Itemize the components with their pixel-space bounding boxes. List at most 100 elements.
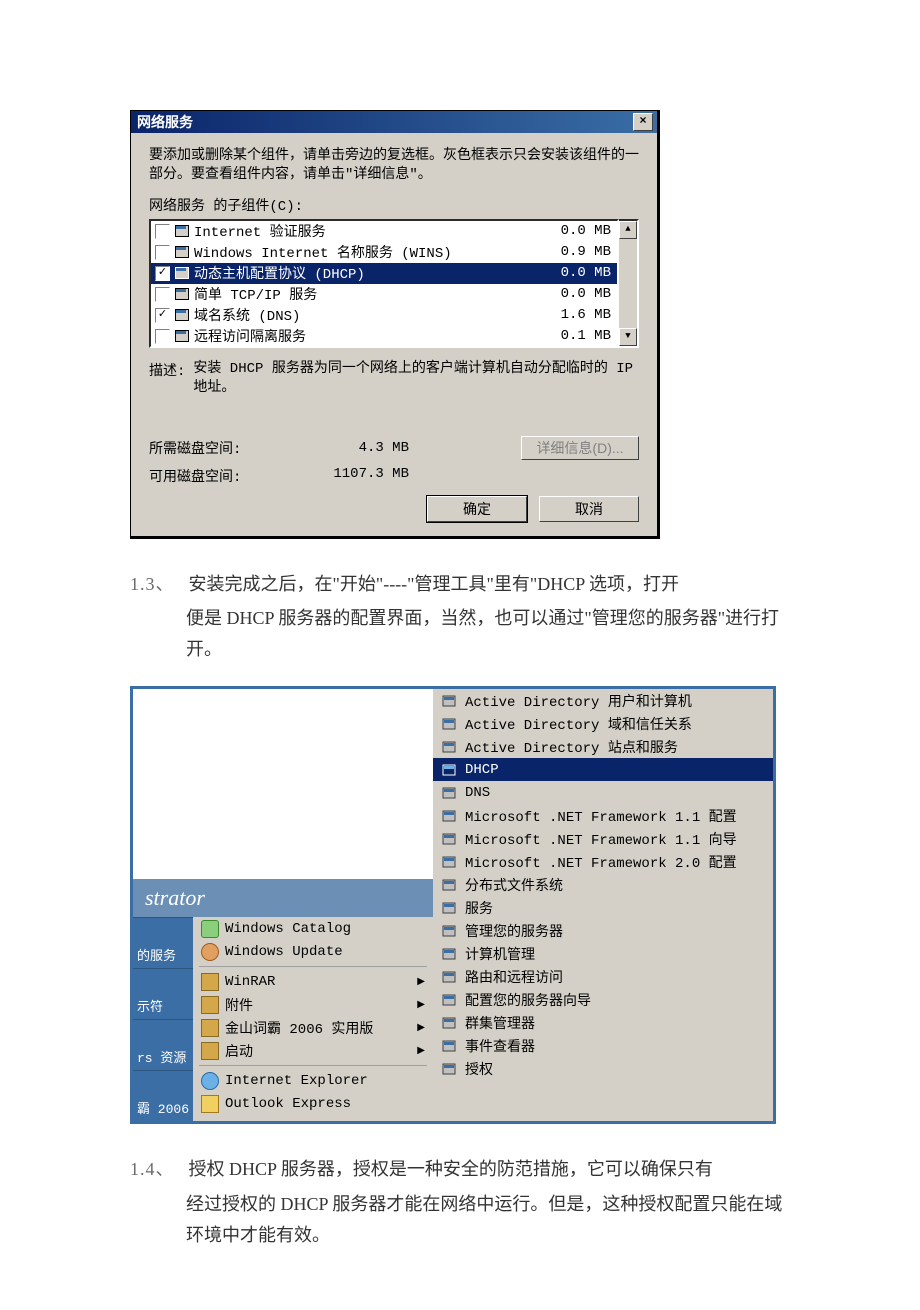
component-listbox[interactable]: Internet 验证服务0.0 MBWindows Internet 名称服务… bbox=[149, 219, 619, 348]
component-item[interactable]: Internet 验证服务0.0 MB bbox=[151, 221, 617, 242]
admin-tool-item[interactable]: DNS bbox=[433, 781, 773, 804]
dialog-titlebar[interactable]: 网络服务 × bbox=[131, 111, 657, 133]
desktop-shortcut-fragment[interactable]: 的服务 bbox=[133, 917, 193, 968]
program-menu-item[interactable]: Outlook Express bbox=[193, 1092, 433, 1115]
tool-icon bbox=[441, 900, 457, 916]
admin-tool-item[interactable]: 服务 bbox=[433, 896, 773, 919]
program-icon bbox=[201, 920, 219, 938]
component-item[interactable]: ✓ 动态主机配置协议 (DHCP)0.0 MB bbox=[151, 263, 617, 284]
space-avail-label: 可用磁盘空间: bbox=[149, 466, 279, 486]
program-menu-item[interactable]: WinRAR ▶ bbox=[193, 970, 433, 993]
close-icon[interactable]: × bbox=[633, 113, 653, 131]
tool-icon bbox=[441, 693, 457, 709]
tool-label: 管理您的服务器 bbox=[465, 921, 563, 941]
program-menu-item[interactable]: Windows Update bbox=[193, 940, 433, 963]
admin-tool-item[interactable]: 管理您的服务器 bbox=[433, 919, 773, 942]
tool-icon bbox=[441, 1015, 457, 1031]
component-label: 域名系统 (DNS) bbox=[194, 305, 561, 325]
component-item[interactable]: ✓域名系统 (DNS)1.6 MB bbox=[151, 305, 617, 326]
desktop-shortcut-fragment[interactable]: 霸 2006 bbox=[133, 1070, 193, 1121]
admin-tool-item[interactable]: 群集管理器 bbox=[433, 1011, 773, 1034]
program-label: 附件 bbox=[225, 995, 253, 1015]
desktop-shortcut-fragment[interactable]: 示符 bbox=[133, 968, 193, 1019]
ok-button[interactable]: 确定 bbox=[427, 496, 527, 522]
component-item[interactable]: 远程访问隔离服务0.1 MB bbox=[151, 326, 617, 347]
component-label: Internet 验证服务 bbox=[194, 221, 561, 241]
admin-tool-item[interactable]: Microsoft .NET Framework 2.0 配置 bbox=[433, 850, 773, 873]
tool-icon bbox=[441, 992, 457, 1008]
space-required-value: 4.3 MB bbox=[279, 440, 409, 456]
component-label: 动态主机配置协议 (DHCP) bbox=[194, 263, 561, 283]
checkbox-icon[interactable] bbox=[155, 224, 170, 239]
admin-tool-item[interactable]: Microsoft .NET Framework 1.1 向导 bbox=[433, 827, 773, 850]
admin-tool-item[interactable]: 配置您的服务器向导 bbox=[433, 988, 773, 1011]
component-item[interactable]: Windows Internet 名称服务 (WINS)0.9 MB bbox=[151, 242, 617, 263]
tool-label: Microsoft .NET Framework 2.0 配置 bbox=[465, 852, 737, 872]
admin-tool-item[interactable]: 分布式文件系统 bbox=[433, 873, 773, 896]
listbox-scrollbar[interactable]: ▲ ▼ bbox=[619, 219, 639, 348]
checkbox-icon[interactable] bbox=[155, 329, 170, 344]
checkbox-icon[interactable] bbox=[155, 287, 170, 302]
component-size: 0.0 MB bbox=[561, 265, 611, 281]
scroll-down-icon[interactable]: ▼ bbox=[619, 328, 637, 346]
admin-tool-item[interactable]: 事件查看器 bbox=[433, 1034, 773, 1057]
dialog-title: 网络服务 bbox=[137, 112, 193, 132]
admin-tool-item[interactable]: Active Directory 域和信任关系 bbox=[433, 712, 773, 735]
program-icon bbox=[201, 943, 219, 961]
subcomponents-label: 网络服务 的子组件(C): bbox=[149, 195, 639, 215]
step-text-start: 安装完成之后，在"开始"----"管理工具"里有"DHCP 选项，打开 bbox=[189, 574, 680, 594]
component-label: Windows Internet 名称服务 (WINS) bbox=[194, 242, 561, 262]
submenu-arrow-icon: ▶ bbox=[417, 1045, 425, 1057]
menu-separator bbox=[199, 966, 427, 967]
program-icon bbox=[201, 1042, 219, 1060]
component-label: 简单 TCP/IP 服务 bbox=[194, 284, 561, 304]
program-label: WinRAR bbox=[225, 974, 275, 990]
submenu-arrow-icon: ▶ bbox=[417, 976, 425, 988]
component-icon bbox=[174, 223, 190, 239]
component-size: 0.0 MB bbox=[561, 286, 611, 302]
step-number: 1.4、 bbox=[130, 1159, 175, 1179]
tool-label: Active Directory 站点和服务 bbox=[465, 737, 678, 757]
program-icon bbox=[201, 1072, 219, 1090]
checkbox-icon[interactable] bbox=[155, 245, 170, 260]
tool-label: 配置您的服务器向导 bbox=[465, 990, 591, 1010]
network-services-dialog: 网络服务 × 要添加或删除某个组件，请单击旁边的复选框。灰色框表示只会安装该组件… bbox=[130, 110, 660, 539]
cancel-button[interactable]: 取消 bbox=[539, 496, 639, 522]
step-1-3-cont: 便是 DHCP 服务器的配置界面，当然，也可以通过"管理您的服务器"进行打开。 bbox=[130, 603, 800, 664]
tool-icon bbox=[441, 854, 457, 870]
scroll-up-icon[interactable]: ▲ bbox=[619, 221, 637, 239]
admin-tool-item[interactable]: 授权 bbox=[433, 1057, 773, 1080]
program-menu-item[interactable]: Windows Catalog bbox=[193, 917, 433, 940]
admin-tool-item[interactable]: 计算机管理 bbox=[433, 942, 773, 965]
admin-tool-item[interactable]: DHCP bbox=[433, 758, 773, 781]
tool-icon bbox=[441, 1038, 457, 1054]
step-1-4: 1.4、授权 DHCP 服务器，授权是一种安全的防范措施，它可以确保只有 bbox=[130, 1154, 800, 1185]
component-label: 远程访问隔离服务 bbox=[194, 326, 561, 346]
program-menu-item[interactable]: 金山词霸 2006 实用版▶ bbox=[193, 1016, 433, 1039]
admin-tool-item[interactable]: 路由和远程访问 bbox=[433, 965, 773, 988]
description-text: 安装 DHCP 服务器为同一个网络上的客户端计算机自动分配临时的 IP 地址。 bbox=[193, 360, 639, 398]
tool-icon bbox=[441, 969, 457, 985]
component-icon bbox=[174, 307, 190, 323]
checkbox-icon[interactable]: ✓ bbox=[155, 266, 170, 281]
program-menu-item[interactable]: Internet Explorer bbox=[193, 1069, 433, 1092]
admin-tool-item[interactable]: Active Directory 站点和服务 bbox=[433, 735, 773, 758]
program-icon bbox=[201, 1019, 219, 1037]
admin-tool-item[interactable]: Active Directory 用户和计算机 bbox=[433, 689, 773, 712]
menu-separator bbox=[199, 1065, 427, 1066]
component-item[interactable]: 简单 TCP/IP 服务0.0 MB bbox=[151, 284, 617, 305]
user-banner: strator bbox=[133, 879, 433, 917]
tool-icon bbox=[441, 739, 457, 755]
program-menu-item[interactable]: 启动▶ bbox=[193, 1039, 433, 1062]
desktop-shortcut-fragment[interactable]: rs 资源 bbox=[133, 1019, 193, 1070]
program-icon bbox=[201, 996, 219, 1014]
step-1-3: 1.3、安装完成之后，在"开始"----"管理工具"里有"DHCP 选项，打开 bbox=[130, 569, 800, 600]
program-menu-item[interactable]: 附件▶ bbox=[193, 993, 433, 1016]
component-size: 0.9 MB bbox=[561, 244, 611, 260]
checkbox-icon[interactable]: ✓ bbox=[155, 308, 170, 323]
component-icon bbox=[174, 244, 190, 260]
tool-label: Active Directory 域和信任关系 bbox=[465, 714, 692, 734]
program-label: Windows Update bbox=[225, 944, 343, 960]
tool-label: Microsoft .NET Framework 1.1 向导 bbox=[465, 829, 737, 849]
admin-tool-item[interactable]: Microsoft .NET Framework 1.1 配置 bbox=[433, 804, 773, 827]
